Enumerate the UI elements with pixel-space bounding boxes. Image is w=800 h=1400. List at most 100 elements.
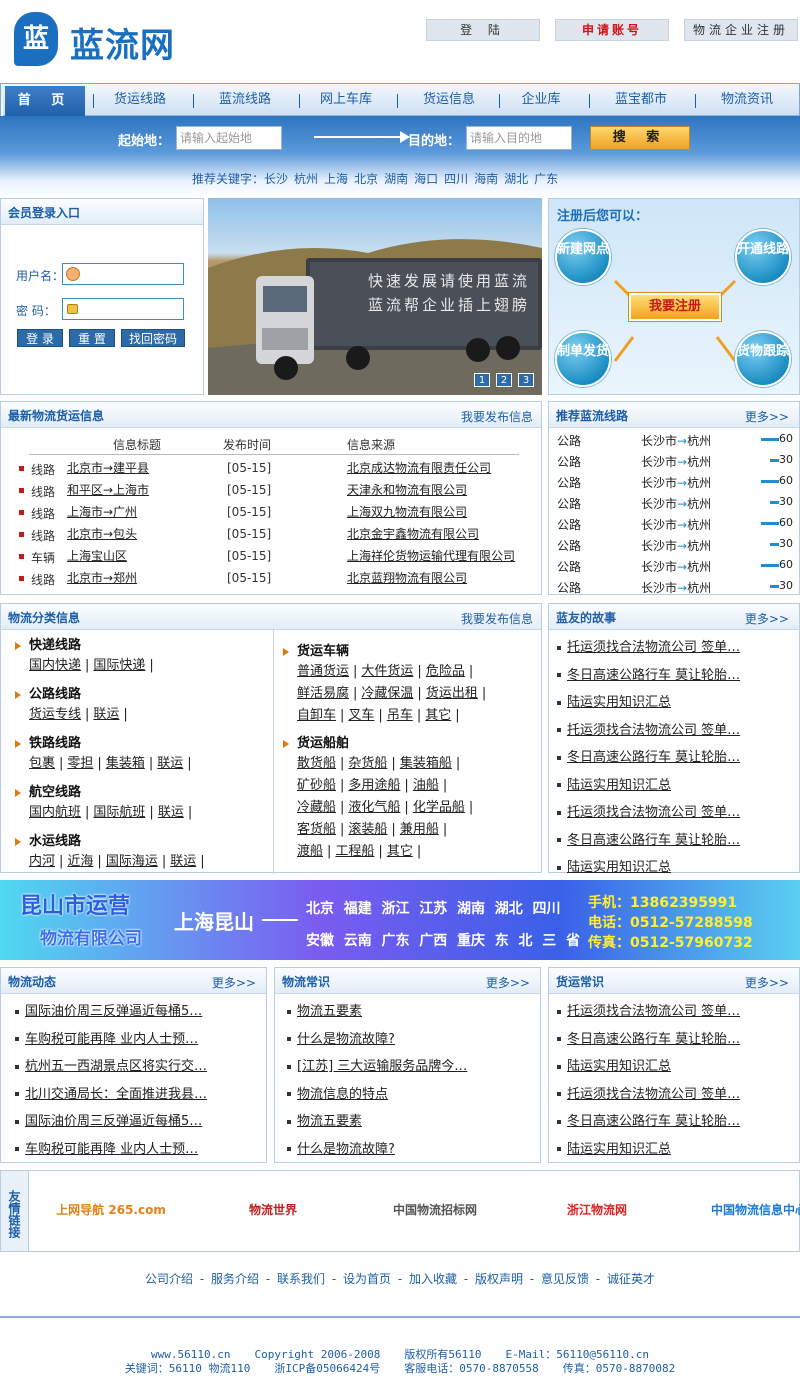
category-link[interactable]: 冷藏船 <box>297 800 336 815</box>
friend-logo-1[interactable]: 物流世界 <box>203 1193 343 1227</box>
category-link[interactable]: 工程船 <box>335 844 374 859</box>
register-item-track[interactable]: 货物跟踪 <box>735 331 791 387</box>
knowledge-link[interactable]: [江苏] 三大运输服务品牌今… <box>297 1059 467 1074</box>
category-heading[interactable]: 水运线路 <box>15 830 81 849</box>
freight-link[interactable]: 陆运实用知识汇总 <box>567 1142 671 1157</box>
keyword-link[interactable]: 杭州 <box>294 172 318 186</box>
story-item[interactable]: 冬日高速公路行车 莫让轮胎… <box>557 746 740 765</box>
nav-item-2[interactable]: 蓝流线路 <box>195 84 295 116</box>
news-link[interactable]: 车购税可能再降 业内人士预… <box>25 1032 198 1047</box>
nav-item-3[interactable]: 网上车库 <box>301 84 391 116</box>
latest-title-link[interactable]: 上海宝山区 <box>67 547 127 564</box>
knowledge-item[interactable]: 物流五要素 <box>287 1110 362 1129</box>
latest-source-link[interactable]: 上海双九物流有限公司 <box>347 503 467 520</box>
freight-link[interactable]: 托运须找合法物流公司 签单… <box>567 1004 740 1019</box>
category-link[interactable]: 内河 <box>29 854 55 869</box>
category-heading[interactable]: 货运船舶 <box>283 732 349 751</box>
category-link[interactable]: 国内航班 <box>29 805 81 820</box>
latest-title-link[interactable]: 北京市→郑州 <box>67 569 137 586</box>
nav-item-7[interactable]: 物流资讯 <box>697 84 797 116</box>
category-link[interactable]: 多用途船 <box>348 778 400 793</box>
to-input[interactable]: 请输入目的地 <box>466 126 572 150</box>
login-submit-button[interactable]: 登 录 <box>17 329 63 347</box>
keyword-link[interactable]: 四川 <box>444 172 468 186</box>
story-link[interactable]: 冬日高速公路行车 莫让轮胎… <box>567 750 740 765</box>
category-link[interactable]: 吊车 <box>387 708 413 723</box>
register-item-ship[interactable]: 制单发货 <box>555 331 611 387</box>
category-link[interactable]: 国内快递 <box>29 658 81 673</box>
freight-item[interactable]: 陆运实用知识汇总 <box>557 1055 671 1074</box>
latest-title-link[interactable]: 上海市→广州 <box>67 503 137 520</box>
category-link[interactable]: 渡船 <box>297 844 323 859</box>
register-item-new-branch[interactable]: 新建网点 <box>555 229 611 285</box>
route-row[interactable]: 公路 长沙市→杭州 30 <box>557 576 793 597</box>
category-link[interactable]: 联运 <box>157 756 183 771</box>
story-item[interactable]: 陆运实用知识汇总 <box>557 691 671 710</box>
nav-item-6[interactable]: 蓝宝都市 <box>591 84 691 116</box>
register-now-button[interactable]: 我要注册 <box>629 293 721 321</box>
knowledge-link[interactable]: 物流五要素 <box>297 1114 362 1129</box>
story-link[interactable]: 陆运实用知识汇总 <box>567 860 671 875</box>
categories-publish-link[interactable]: 我要发布信息 <box>461 610 533 627</box>
story-link[interactable]: 托运须找合法物流公司 签单… <box>567 640 740 655</box>
news-link[interactable]: 车购税可能再降 业内人士预… <box>25 1142 198 1157</box>
latest-source-link[interactable]: 北京金宇鑫物流有限公司 <box>347 525 479 542</box>
knowledge-link[interactable]: 物流五要素 <box>297 1004 362 1019</box>
category-link[interactable]: 散货船 <box>297 756 336 771</box>
freight-item[interactable]: 托运须找合法物流公司 签单… <box>557 1083 740 1102</box>
category-link[interactable]: 鲜活易腐 <box>297 686 349 701</box>
company-register-button[interactable]: 物流企业注册 <box>684 19 798 41</box>
nav-item-0[interactable]: 首 页 <box>5 86 85 118</box>
keyword-link[interactable]: 湖南 <box>384 172 408 186</box>
category-link[interactable]: 化学品船 <box>413 800 465 815</box>
footer-link[interactable]: 版权声明 <box>475 1272 523 1286</box>
nav-item-4[interactable]: 货运信息 <box>399 84 499 116</box>
news-item[interactable]: 国际油价周三反弹逼近每桶5… <box>15 1110 202 1129</box>
keyword-link[interactable]: 广东 <box>534 172 558 186</box>
news-item[interactable]: 杭州五一西湖景点区将实行交… <box>15 1055 207 1074</box>
footer-link[interactable]: 联系我们 <box>277 1272 325 1286</box>
story-link[interactable]: 陆运实用知识汇总 <box>567 778 671 793</box>
category-link[interactable]: 兼用船 <box>400 822 439 837</box>
category-link[interactable]: 大件货运 <box>361 664 413 679</box>
routes-more-link[interactable]: 更多>> <box>745 408 789 425</box>
category-link[interactable]: 自卸车 <box>297 708 336 723</box>
category-heading[interactable]: 货运车辆 <box>283 640 349 659</box>
latest-source-link[interactable]: 北京成达物流有限责任公司 <box>347 459 491 476</box>
apply-account-button[interactable]: 申请账号 <box>555 19 669 41</box>
category-link[interactable]: 集装箱 <box>106 756 145 771</box>
publish-info-link[interactable]: 我要发布信息 <box>461 408 533 425</box>
story-link[interactable]: 冬日高速公路行车 莫让轮胎… <box>567 668 740 683</box>
category-link[interactable]: 国际快递 <box>93 658 145 673</box>
category-link[interactable]: 国际海运 <box>106 854 158 869</box>
story-item[interactable]: 托运须找合法物流公司 签单… <box>557 636 740 655</box>
category-link[interactable]: 其它 <box>387 844 413 859</box>
story-item[interactable]: 冬日高速公路行车 莫让轮胎… <box>557 664 740 683</box>
category-link[interactable]: 油船 <box>413 778 439 793</box>
category-heading[interactable]: 铁路线路 <box>15 732 81 751</box>
category-link[interactable]: 危险品 <box>426 664 465 679</box>
banner-page-1[interactable]: 1 <box>474 373 490 387</box>
category-heading[interactable]: 快递线路 <box>15 634 81 653</box>
knowledge-item[interactable]: [江苏] 三大运输服务品牌今… <box>287 1055 467 1074</box>
category-link[interactable]: 货运专线 <box>29 707 81 722</box>
story-link[interactable]: 陆运实用知识汇总 <box>567 695 671 710</box>
friend-logo-4[interactable]: 中国物流信息中心 <box>689 1193 800 1227</box>
story-item[interactable]: 冬日高速公路行车 莫让轮胎… <box>557 829 740 848</box>
friend-logo-2[interactable]: 中国物流招标网 <box>365 1193 505 1227</box>
username-input[interactable] <box>62 263 184 285</box>
news-item[interactable]: 北川交通局长：全面推进我县… <box>15 1083 207 1102</box>
truck-banner[interactable]: 快速发展请使用蓝流 蓝流帮企业插上翅膀 123 <box>208 198 542 395</box>
footer-link[interactable]: 加入收藏 <box>409 1272 457 1286</box>
footer-link[interactable]: 设为首页 <box>343 1272 391 1286</box>
category-link[interactable]: 零担 <box>67 756 93 771</box>
nav-item-1[interactable]: 货运线路 <box>95 84 185 116</box>
news-item[interactable]: 车购税可能再降 业内人士预… <box>15 1138 198 1157</box>
category-link[interactable]: 货运出租 <box>426 686 478 701</box>
knowledge-item[interactable]: 什么是物流故障? <box>287 1138 395 1157</box>
banner-page-2[interactable]: 2 <box>496 373 512 387</box>
recover-password-button[interactable]: 找回密码 <box>121 329 185 347</box>
freight-link[interactable]: 冬日高速公路行车 莫让轮胎… <box>567 1032 740 1047</box>
category-link[interactable]: 客货船 <box>297 822 336 837</box>
knowledge-link[interactable]: 物流信息的特点 <box>297 1087 388 1102</box>
